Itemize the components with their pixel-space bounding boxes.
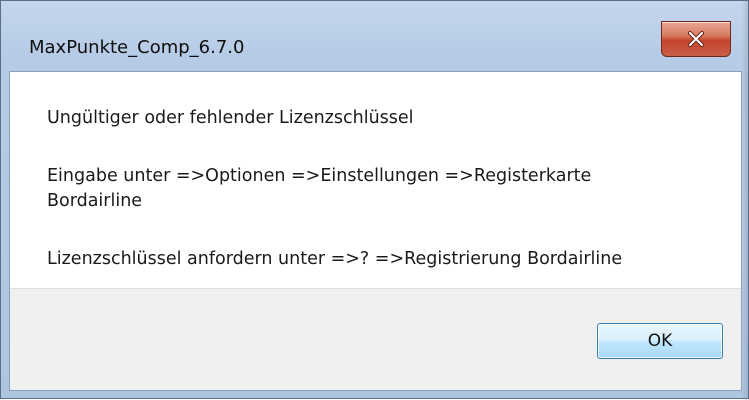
license-error-text: Ungültiger oder fehlender Lizenzschlüsse…: [47, 108, 414, 128]
request-license-text: Lizenzschlüssel anfordern unter =>? =>Re…: [47, 249, 623, 269]
ok-button[interactable]: OK: [597, 323, 723, 359]
button-bar: OK: [10, 288, 741, 390]
window-shadow: [742, 1, 748, 400]
close-button[interactable]: [661, 21, 731, 57]
window-title: MaxPunkte_Comp_6.7.0: [29, 37, 245, 58]
dialog-window: MaxPunkte_Comp_6.7.0 Ungültiger oder feh…: [0, 0, 749, 400]
entry-instructions-text-continued: Bordairline: [47, 191, 143, 211]
dialog-body: Ungültiger oder fehlender Lizenzschlüsse…: [9, 71, 742, 391]
message-area: Ungültiger oder fehlender Lizenzschlüsse…: [10, 72, 741, 288]
title-bar[interactable]: MaxPunkte_Comp_6.7.0: [9, 11, 742, 71]
close-icon: [688, 31, 704, 47]
entry-instructions-text: Eingabe unter =>Optionen =>Einstellungen…: [47, 166, 592, 186]
